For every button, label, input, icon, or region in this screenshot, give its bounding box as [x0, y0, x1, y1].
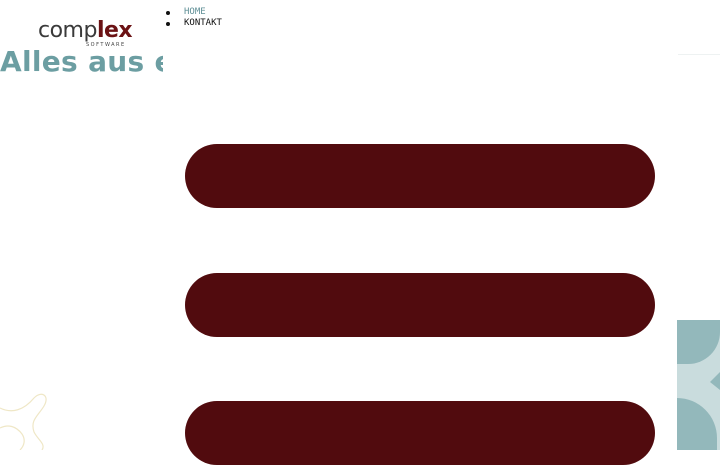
- menu-bar-middle: [185, 273, 655, 337]
- decorative-outline-shape: [0, 393, 47, 450]
- hero-headline-container: Alles aus ei: [0, 42, 163, 82]
- header-divider: [678, 54, 720, 55]
- menu-bar-top: [185, 144, 655, 208]
- nav-item-kontakt[interactable]: KONTAKT: [166, 18, 222, 29]
- nav-item-home[interactable]: HOME: [166, 7, 222, 18]
- decorative-pattern-panel: [677, 320, 720, 450]
- main-nav: HOME KONTAKT: [166, 7, 222, 29]
- logo-wordmark: complex: [38, 18, 133, 44]
- logo-word-part-1: comp: [38, 18, 97, 43]
- hero-headline: Alles aus ei: [0, 45, 163, 78]
- menu-bar-bottom: [185, 401, 655, 465]
- logo-word-part-2: lex: [96, 18, 133, 43]
